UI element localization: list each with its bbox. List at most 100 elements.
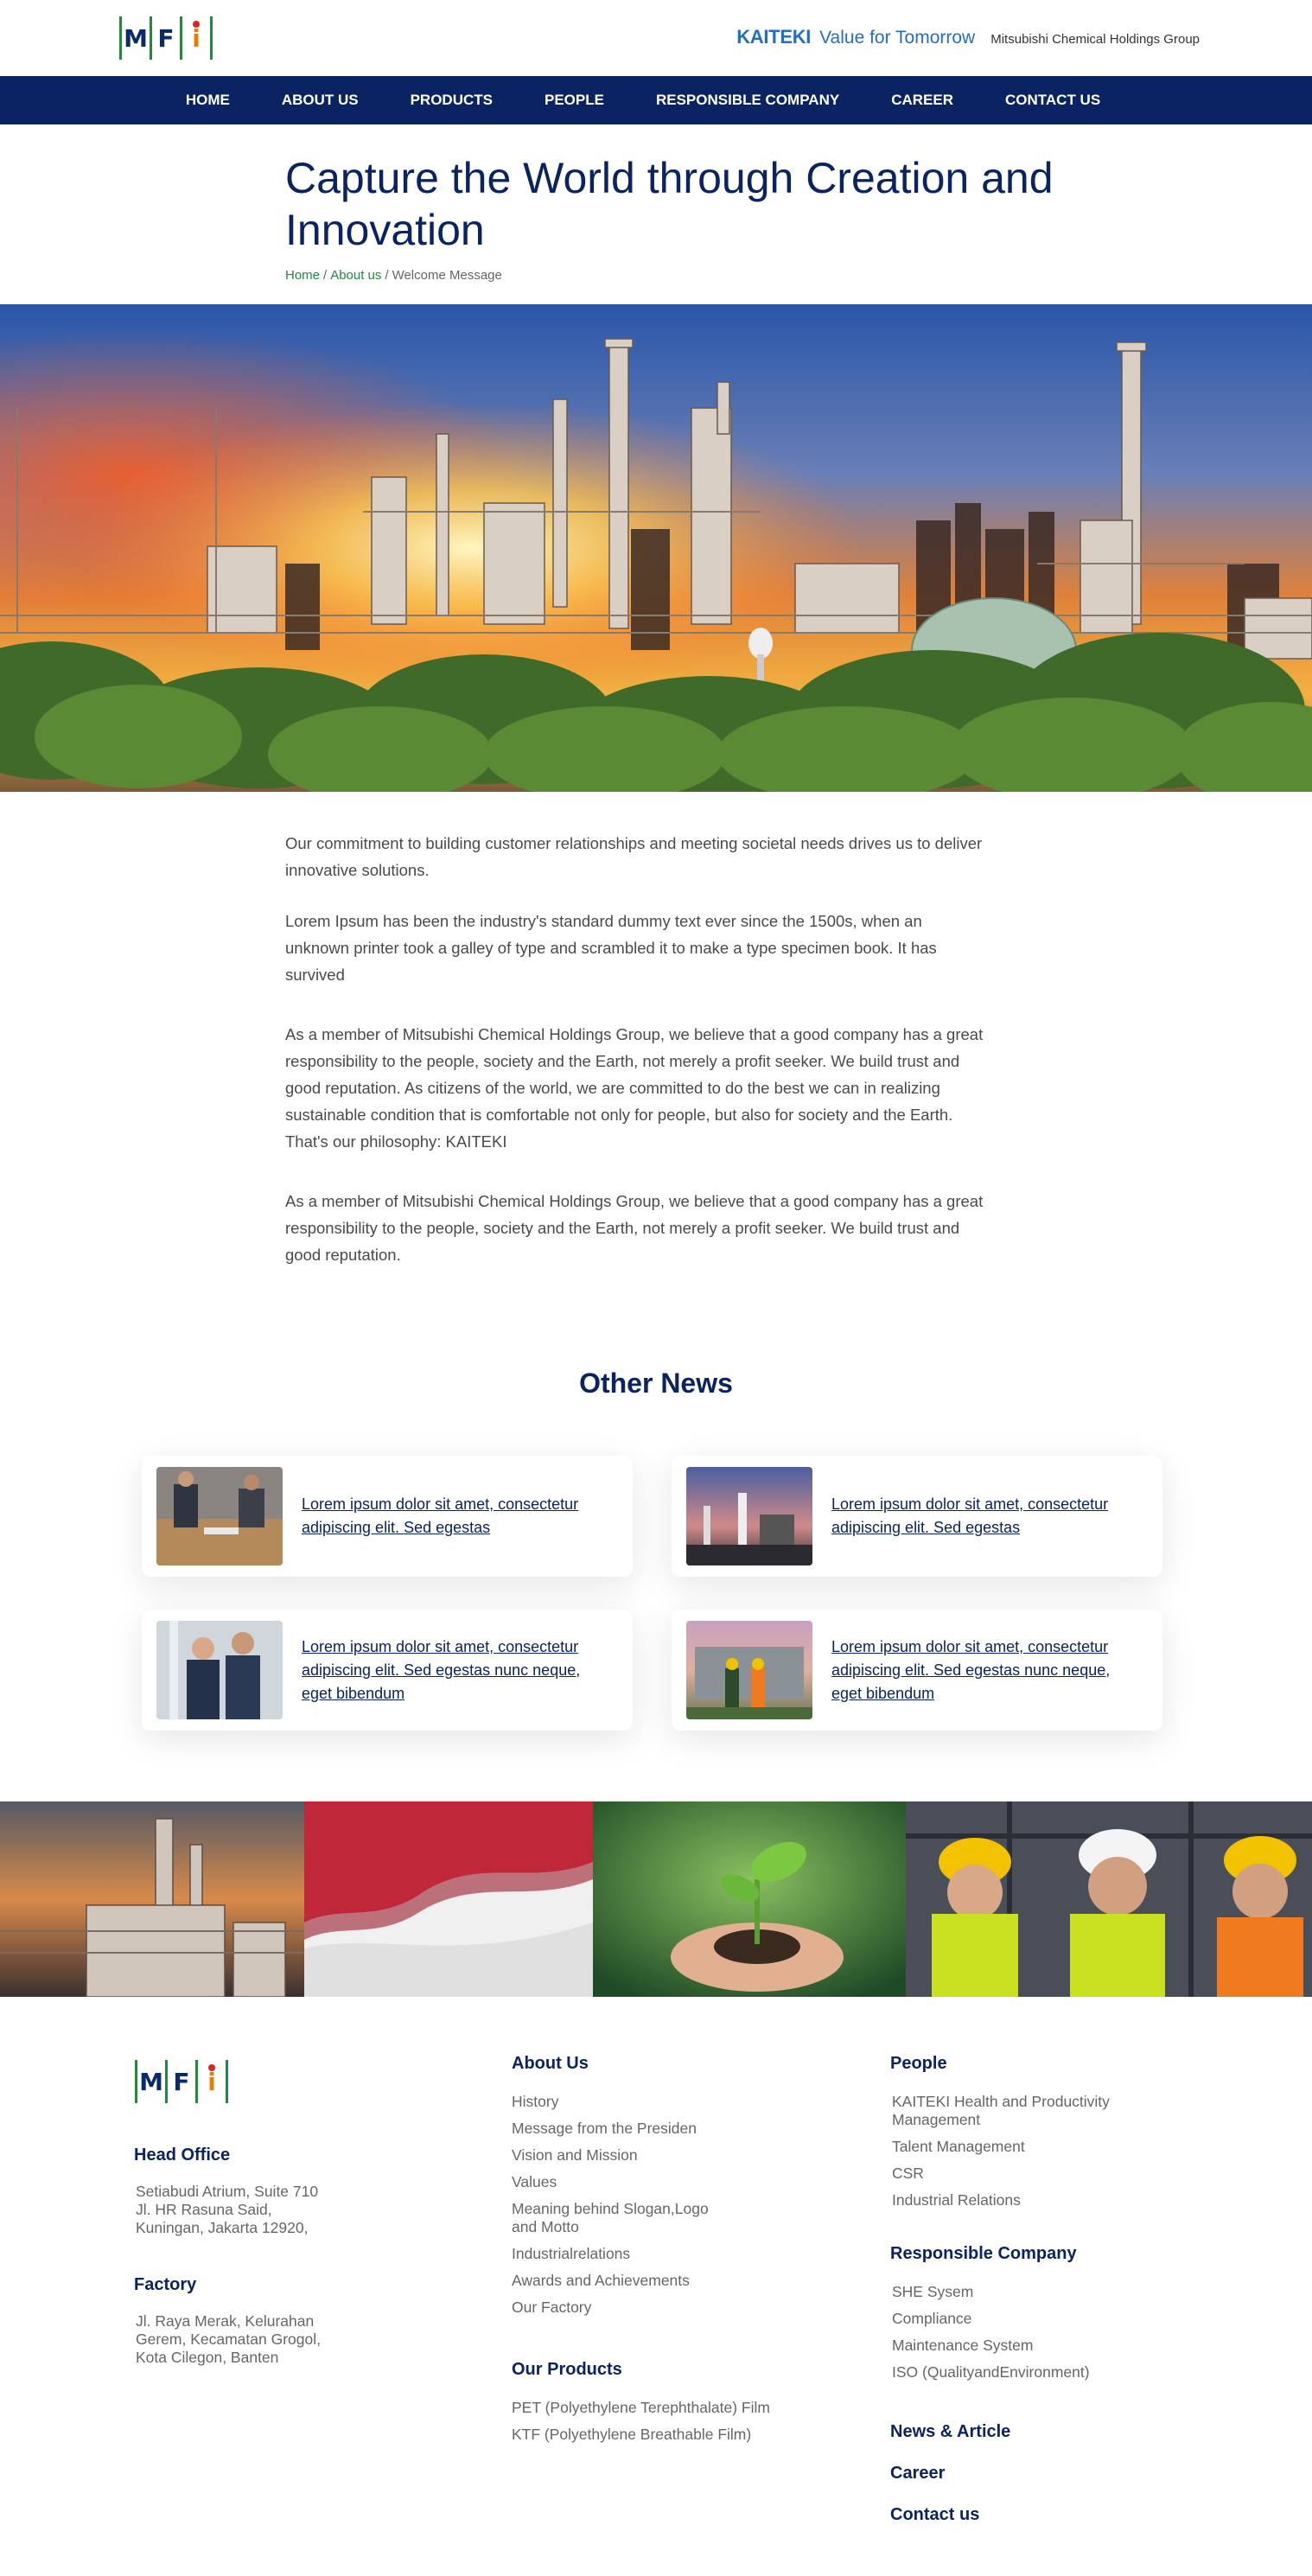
news-thumbnail-plant[interactable]	[686, 1467, 812, 1565]
kaiteki-brand-name: KAITEKI	[736, 26, 812, 48]
news-title-link[interactable]: Lorem ipsum dolor sit amet, consectetur …	[302, 1636, 612, 1706]
footer-about-us-heading[interactable]: About Us	[512, 2054, 840, 2074]
image-strip	[0, 1801, 1312, 1997]
footer-link-awards[interactable]: Awards and Achievements	[512, 2272, 840, 2290]
footer-link-compliance[interactable]: Compliance	[890, 2310, 1167, 2328]
address-line: Jl. Raya Merak, Kelurahan	[136, 2312, 315, 2330]
page-title: Capture the World through Creation and I…	[285, 154, 1054, 254]
footer-responsible-heading[interactable]: Responsible Company	[890, 2244, 1167, 2264]
footer-about-us: About Us History Message from the Presid…	[512, 2054, 840, 2325]
footer-factory: Factory Jl. Raya Merak, Kelurahan Gerem,…	[134, 2275, 393, 2367]
breadcrumb-separator: /	[323, 268, 328, 283]
body-paragraph: As a member of Mitsubishi Chemical Holdi…	[285, 1192, 984, 1264]
body-paragraph: Our commitment to building customer rela…	[285, 834, 983, 879]
other-news-heading: Other News	[579, 1368, 733, 1399]
breadcrumb-current: Welcome Message	[392, 268, 502, 283]
logo-letter-i: i	[198, 2063, 226, 2096]
footer-link-our-factory[interactable]: Our Factory	[512, 2299, 840, 2317]
strip-image-indonesia-flag	[304, 1801, 593, 1997]
breadcrumb-about-us[interactable]: About us	[330, 268, 381, 283]
news-card[interactable]: Lorem ipsum dolor sit amet, consectetur …	[672, 1610, 1162, 1731]
breadcrumb-separator: /	[385, 268, 389, 283]
news-card[interactable]: Lorem ipsum dolor sit amet, consectetur …	[672, 1456, 1162, 1577]
site-footer: M F i Head Office Setiabudi Atrium, Suit…	[0, 1997, 1312, 2576]
footer-link-news[interactable]: News & Article	[890, 2422, 1167, 2442]
news-title-link[interactable]: Lorem ipsum dolor sit amet, consectetur …	[302, 1493, 612, 1540]
footer-link-contact[interactable]: Contact us	[890, 2505, 1167, 2525]
logo-bar	[226, 2060, 228, 2103]
site-header: M F i KAITEKI Value for Tomorrow Mitsubi…	[0, 0, 1312, 76]
footer-link-csr[interactable]: CSR	[890, 2165, 1167, 2183]
footer-link-talent[interactable]: Talent Management	[890, 2138, 1167, 2156]
news-card[interactable]: Lorem ipsum dolor sit amet, consectetur …	[142, 1456, 633, 1577]
footer-link-iso[interactable]: ISO (QualityandEnvironment)	[890, 2363, 1167, 2382]
factory-address: Jl. Raya Merak, Kelurahan Gerem, Kecamat…	[134, 2312, 393, 2367]
strip-image-engineers	[906, 1801, 1312, 1997]
footer-link-ktf[interactable]: KTF (Polyethylene Breathable Film)	[512, 2426, 840, 2444]
logo-bar	[210, 16, 213, 60]
footer-link-message[interactable]: Message from the Presiden	[512, 2120, 840, 2138]
address-line: Kota Cilegon, Banten	[136, 2349, 279, 2366]
footer-extra-links: News & Article Career Contact us	[890, 2422, 1167, 2544]
nav-about-us[interactable]: ABOUT US	[256, 92, 385, 109]
mfi-logo[interactable]: M F i	[119, 14, 213, 62]
logo-dot	[193, 20, 200, 28]
footer-link-maintenance[interactable]: Maintenance System	[890, 2337, 1167, 2355]
group-name: Mitsubishi Chemical Holdings Group	[990, 32, 1200, 47]
logo-letter-f: F	[173, 2067, 190, 2096]
logo-letter-f: F	[157, 23, 175, 53]
hero-refinery-illustration	[0, 304, 1312, 792]
logo-letter-m: M	[139, 2067, 163, 2096]
page-header: Capture the World through Creation and I…	[285, 152, 1063, 283]
nav-people[interactable]: PEOPLE	[519, 92, 630, 109]
news-thumbnail-businessmen[interactable]	[156, 1621, 283, 1719]
footer-products-heading[interactable]: Our Products	[512, 2360, 840, 2380]
strip-image-seedling	[593, 1801, 906, 1997]
breadcrumb: Home / About us / Welcome Message	[285, 268, 1063, 283]
address-line: Kuningan, Jakarta 12920,	[136, 2219, 309, 2236]
strip-image-refinery	[0, 1801, 304, 1997]
footer-head-office: Head Office Setiabudi Atrium, Suite 710 …	[134, 2146, 393, 2237]
footer-responsible-company: Responsible Company SHE Sysem Compliance…	[890, 2244, 1167, 2390]
news-title-link[interactable]: Lorem ipsum dolor sit amet, consectetur …	[831, 1493, 1142, 1540]
footer-link-history[interactable]: History	[512, 2093, 840, 2111]
nav-products[interactable]: PRODUCTS	[385, 92, 519, 109]
nav-career[interactable]: CAREER	[865, 92, 979, 109]
address-line: Setiabudi Atrium, Suite 710	[136, 2183, 319, 2200]
footer-link-industrial-relations[interactable]: Industrialrelations	[512, 2245, 840, 2263]
hero-image-refinery	[0, 304, 1312, 792]
nav-home[interactable]: HOME	[186, 92, 256, 109]
address-line: Jl. HR Rasuna Said,	[136, 2201, 272, 2218]
footer-link-pet[interactable]: PET (Polyethylene Terephthalate) Film	[512, 2399, 840, 2417]
news-thumbnail-workers[interactable]	[686, 1621, 812, 1719]
head-office-heading: Head Office	[134, 2146, 231, 2165]
logo-letter-i: i	[182, 20, 210, 53]
footer-people: People KAITEKI Health and Productivity M…	[890, 2054, 1167, 2218]
kaiteki-tagline: Value for Tomorrow	[819, 28, 976, 48]
kaiteki-brand: KAITEKI Value for Tomorrow Mitsubishi Ch…	[736, 26, 1200, 48]
footer-link-career[interactable]: Career	[890, 2464, 1167, 2484]
factory-heading: Factory	[134, 2275, 197, 2294]
footer-link-industrial-relations-people[interactable]: Industrial Relations	[890, 2191, 1167, 2209]
news-title-link[interactable]: Lorem ipsum dolor sit amet, consectetur …	[831, 1636, 1142, 1706]
footer-people-heading[interactable]: People	[890, 2054, 1167, 2074]
main-nav: HOME ABOUT US PRODUCTS PEOPLE RESPONSIBL…	[0, 76, 1312, 124]
footer-link-kaiteki-health[interactable]: KAITEKI Health and Productivity Manageme…	[890, 2093, 1150, 2129]
news-card[interactable]: Lorem ipsum dolor sit amet, consectetur …	[142, 1610, 633, 1731]
footer-mfi-logo[interactable]: M F i	[135, 2057, 228, 2106]
address-line: Gerem, Kecamatan Grogol,	[136, 2331, 321, 2348]
welcome-message-body: Our commitment to building customer rela…	[285, 830, 985, 1292]
nav-contact-us[interactable]: CONTACT US	[979, 92, 1126, 109]
footer-link-meaning[interactable]: Meaning behind Slogan,Logo and Motto	[512, 2200, 710, 2236]
body-paragraph: As a member of Mitsubishi Chemical Holdi…	[285, 1025, 984, 1151]
breadcrumb-home[interactable]: Home	[285, 268, 320, 283]
news-thumbnail-meeting[interactable]	[156, 1467, 283, 1565]
footer-link-vision[interactable]: Vision and Mission	[512, 2146, 840, 2165]
nav-responsible-company[interactable]: RESPONSIBLE COMPANY	[630, 92, 865, 109]
footer-link-values[interactable]: Values	[512, 2173, 840, 2191]
footer-link-she[interactable]: SHE Sysem	[890, 2283, 1167, 2301]
body-paragraph: Lorem Ipsum has been the industry's stan…	[285, 912, 937, 984]
logo-letter-m: M	[124, 23, 148, 53]
head-office-address: Setiabudi Atrium, Suite 710 Jl. HR Rasun…	[134, 2183, 393, 2237]
footer-our-products: Our Products PET (Polyethylene Terephtha…	[512, 2360, 840, 2452]
